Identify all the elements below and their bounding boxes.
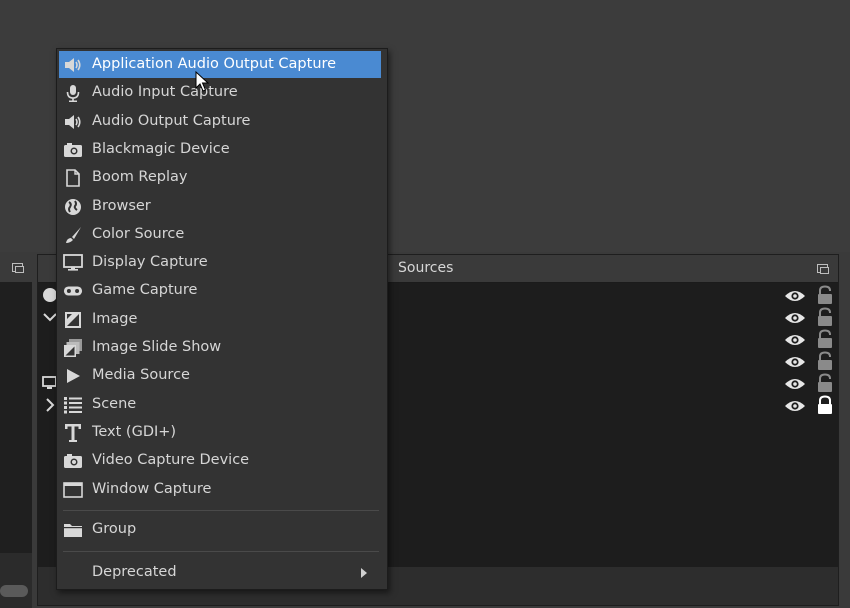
- folder-icon: [63, 520, 83, 540]
- lock-open-icon[interactable]: [816, 373, 834, 393]
- menu-item-label: Blackmagic Device: [92, 140, 230, 157]
- menu-item-application-audio-output-capture[interactable]: Application Audio Output Capture: [59, 51, 381, 78]
- slideshow-icon: [63, 338, 83, 358]
- lock-open-icon[interactable]: [816, 329, 834, 349]
- scenes-dock: [0, 252, 32, 608]
- sources-dock-title: Sources: [398, 260, 454, 276]
- menu-item-display-capture[interactable]: Display Capture: [59, 249, 381, 276]
- image-icon: [63, 310, 83, 330]
- speaker-icon: [63, 112, 83, 132]
- menu-item-text-gdi[interactable]: Text (GDI+): [59, 419, 381, 446]
- menu-item-label: Display Capture: [92, 254, 208, 271]
- visibility-eye-icon[interactable]: [784, 310, 806, 324]
- menu-item-window-capture[interactable]: Window Capture: [59, 476, 381, 503]
- menu-item-label: Video Capture Device: [92, 452, 250, 469]
- scenes-list[interactable]: [0, 283, 32, 553]
- file-icon: [63, 168, 83, 188]
- lock-open-icon[interactable]: [816, 307, 834, 327]
- menu-item-blackmagic-device[interactable]: Blackmagic Device: [59, 136, 381, 163]
- menu-item-game-capture[interactable]: Game Capture: [59, 277, 381, 304]
- menu-item-label: Image Slide Show: [92, 339, 222, 355]
- monitor-icon: [63, 253, 83, 273]
- visibility-eye-icon[interactable]: [784, 376, 806, 390]
- menu-item-label: Boom Replay: [92, 169, 188, 186]
- visibility-eye-icon[interactable]: [784, 354, 806, 368]
- menu-item-label: Game Capture: [92, 282, 198, 299]
- speaker-icon: [63, 55, 83, 75]
- menu-item-label: Application Audio Output Capture: [92, 56, 337, 72]
- camera-icon: [63, 140, 83, 160]
- menu-item-audio-input-capture[interactable]: Audio Input Capture: [59, 79, 381, 106]
- menu-item-label: Text (GDI+): [92, 423, 177, 440]
- menu-separator: [63, 509, 379, 511]
- scenes-dock-header: [0, 252, 32, 283]
- submenu-arrow-icon: [361, 567, 367, 578]
- dock-float-icon[interactable]: [12, 263, 24, 273]
- menu-item-image[interactable]: Image: [59, 306, 381, 333]
- menu-item-video-capture-device[interactable]: Video Capture Device: [59, 447, 381, 474]
- menu-item-deprecated[interactable]: Deprecated: [59, 559, 381, 586]
- gamepad-icon: [63, 281, 83, 301]
- menu-item-label: Deprecated: [92, 563, 177, 580]
- microphone-icon: [63, 83, 83, 103]
- menu-item-group[interactable]: Group: [59, 516, 381, 543]
- lock-closed-icon[interactable]: [816, 395, 834, 415]
- add-source-menu: Application Audio Output Capture Audio In…: [56, 48, 388, 590]
- menu-item-label: Media Source: [92, 367, 190, 384]
- lock-open-icon[interactable]: [816, 285, 834, 305]
- menu-item-label: Image: [92, 310, 138, 327]
- menu-item-scene[interactable]: Scene: [59, 391, 381, 418]
- list-icon: [63, 395, 83, 415]
- window-icon: [63, 480, 83, 500]
- lock-open-icon[interactable]: [816, 351, 834, 371]
- mouse-cursor-icon: [195, 71, 209, 92]
- globe-icon: [63, 197, 83, 217]
- menu-item-label: Browser: [92, 197, 151, 214]
- menu-item-label: Audio Output Capture: [92, 112, 251, 129]
- menu-item-color-source[interactable]: Color Source: [59, 221, 381, 248]
- menu-item-label: Audio Input Capture: [92, 84, 238, 101]
- visibility-eye-icon[interactable]: [784, 288, 806, 302]
- visibility-eye-icon[interactable]: [784, 332, 806, 346]
- scenes-scrollbar[interactable]: [0, 585, 28, 597]
- menu-item-boom-replay[interactable]: Boom Replay: [59, 164, 381, 191]
- menu-item-browser[interactable]: Browser: [59, 193, 381, 220]
- menu-item-label: Color Source: [92, 225, 185, 242]
- menu-item-label: Window Capture: [92, 480, 212, 497]
- play-icon: [63, 366, 83, 386]
- text-icon: [63, 423, 83, 443]
- menu-item-label: Group: [92, 520, 137, 537]
- camera-icon: [63, 451, 83, 471]
- paintbrush-icon: [63, 225, 83, 245]
- dock-float-icon[interactable]: [817, 264, 829, 274]
- menu-item-image-slide-show[interactable]: Image Slide Show: [59, 334, 381, 361]
- menu-item-audio-output-capture[interactable]: Audio Output Capture: [59, 108, 381, 135]
- menu-item-media-source[interactable]: Media Source: [59, 362, 381, 389]
- visibility-eye-icon[interactable]: [784, 398, 806, 412]
- menu-item-label: Scene: [92, 395, 137, 412]
- menu-separator: [63, 550, 379, 552]
